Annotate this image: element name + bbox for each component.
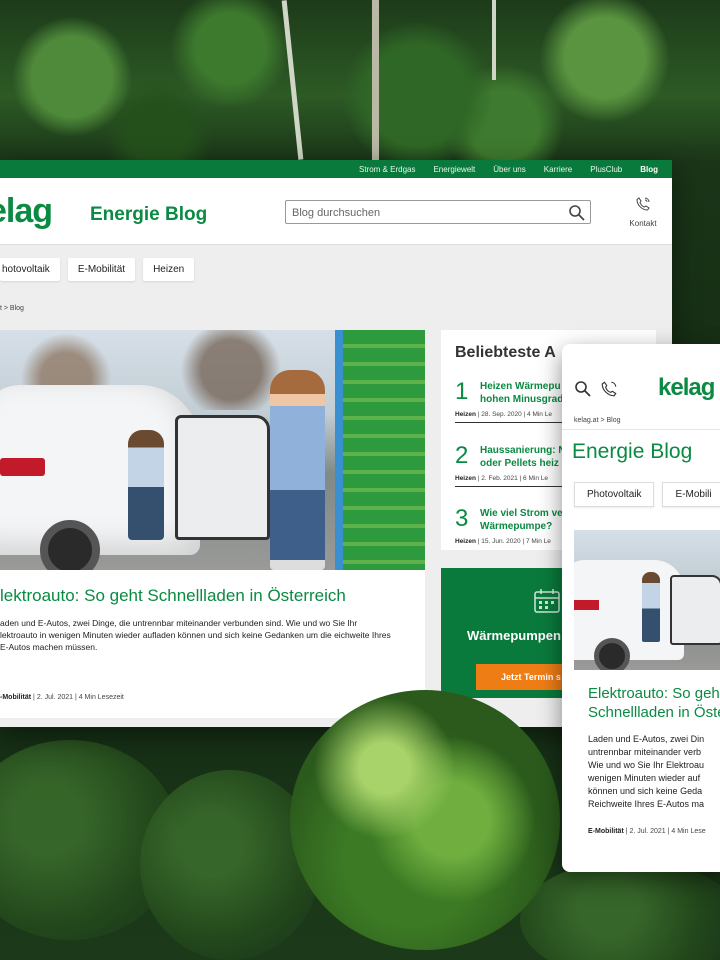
popular-rank: 1 (455, 378, 469, 405)
search-icon[interactable] (568, 204, 586, 227)
search-placeholder: Blog durchsuchen (292, 207, 381, 219)
popular-meta: Heizen | 28. Sep. 2020 | 4 Min Le (455, 411, 552, 418)
breadcrumb[interactable]: kelag.at > Blog (574, 417, 621, 424)
popular-meta: Heizen | 15. Jun. 2020 | 7 Min Le (455, 538, 551, 545)
article-title[interactable]: lektroauto: So geht Schnellladen in Öste… (0, 586, 346, 606)
breadcrumb[interactable]: t > Blog (0, 305, 24, 312)
article-date-readtime: | 2. Jul. 2021 | 4 Min Lesezeit (31, 694, 124, 701)
popular-rank: 3 (455, 505, 469, 532)
category-heizen[interactable]: Heizen (143, 258, 195, 281)
tree-trunk (281, 0, 304, 160)
kelag-logo[interactable]: elag (0, 192, 53, 231)
mobile-header: kelag kelag.at > Blog (562, 344, 720, 430)
topnav-karriere[interactable]: Karriere (544, 165, 572, 174)
article-category[interactable]: E-Mobilität (588, 828, 624, 835)
category-e-mobilitaet[interactable]: E-Mobili (662, 482, 720, 507)
article-excerpt: aden und E-Autos, zwei Dinge, die untren… (0, 618, 391, 652)
article-excerpt: Laden und E-Autos, zwei Din untrennbar m… (588, 734, 705, 809)
article-meta: -Mobilität | 2. Jul. 2021 | 4 Min Leseze… (0, 694, 124, 701)
popular-title[interactable]: Heizen Wärmepu hohen Minusgrad (480, 380, 563, 406)
foreground-bush (290, 690, 560, 950)
topnav-energiewelt[interactable]: Energiewelt (433, 165, 475, 174)
kelag-logo[interactable]: kelag (658, 374, 715, 402)
popular-rank: 2 (455, 442, 469, 469)
popular-meta: Heizen | 2. Feb. 2021 | 6 Min Le (455, 475, 548, 482)
blog-title: Energie Blog (90, 204, 208, 225)
promo-title: Wärmepumpen (467, 628, 561, 643)
phone-icon (635, 197, 651, 216)
topnav-strom-erdgas[interactable]: Strom & Erdgas (359, 165, 415, 174)
contact-label: Kontakt (629, 219, 657, 228)
popular-title[interactable]: Wie viel Strom ve Wärmepumpe? (480, 507, 563, 533)
featured-article-card[interactable]: lektroauto: So geht Schnellladen in Öste… (0, 330, 425, 718)
calendar-icon (533, 588, 561, 619)
popular-heading: Beliebteste A (455, 344, 556, 361)
phone-icon[interactable] (600, 380, 618, 403)
tree-trunk (492, 0, 496, 80)
category-photovoltaik[interactable]: Photovoltaik (574, 482, 655, 507)
search-icon[interactable] (574, 380, 592, 403)
site-header: elag Energie Blog Blog durchsuchen Konta… (0, 178, 672, 245)
category-e-mobilitaet[interactable]: E-Mobilität (67, 258, 136, 281)
category-filters: hotovoltaik E-Mobilität Heizen (0, 258, 195, 281)
search-input[interactable]: Blog durchsuchen (285, 200, 591, 224)
blog-title: Energie Blog (572, 440, 693, 463)
article-title[interactable]: Elektroauto: So geht Schnellladen in Öste (588, 684, 720, 722)
category-filters: Photovoltaik E-Mobili (574, 482, 720, 507)
topnav-blog[interactable]: Blog (640, 165, 658, 174)
foliage (520, 860, 720, 960)
contact-button[interactable]: Kontakt (626, 196, 660, 228)
article-image (0, 330, 425, 570)
mobile-mockup: kelag kelag.at > Blog Energie Blog Photo… (562, 344, 720, 872)
article-image (574, 530, 720, 670)
article-meta: E-Mobilität | 2. Jul. 2021 | 4 Min Lese (588, 828, 706, 835)
category-photovoltaik[interactable]: hotovoltaik (0, 258, 60, 281)
article-category[interactable]: -Mobilität (0, 694, 31, 701)
topnav-ueber-uns[interactable]: Über uns (493, 165, 525, 174)
tree-trunk (372, 0, 379, 160)
top-navigation: Strom & Erdgas Energiewelt Über uns Karr… (0, 160, 672, 178)
popular-title[interactable]: Haussanierung: Noder Pellets heiz (480, 444, 566, 470)
topnav-plusclub[interactable]: PlusClub (590, 165, 622, 174)
